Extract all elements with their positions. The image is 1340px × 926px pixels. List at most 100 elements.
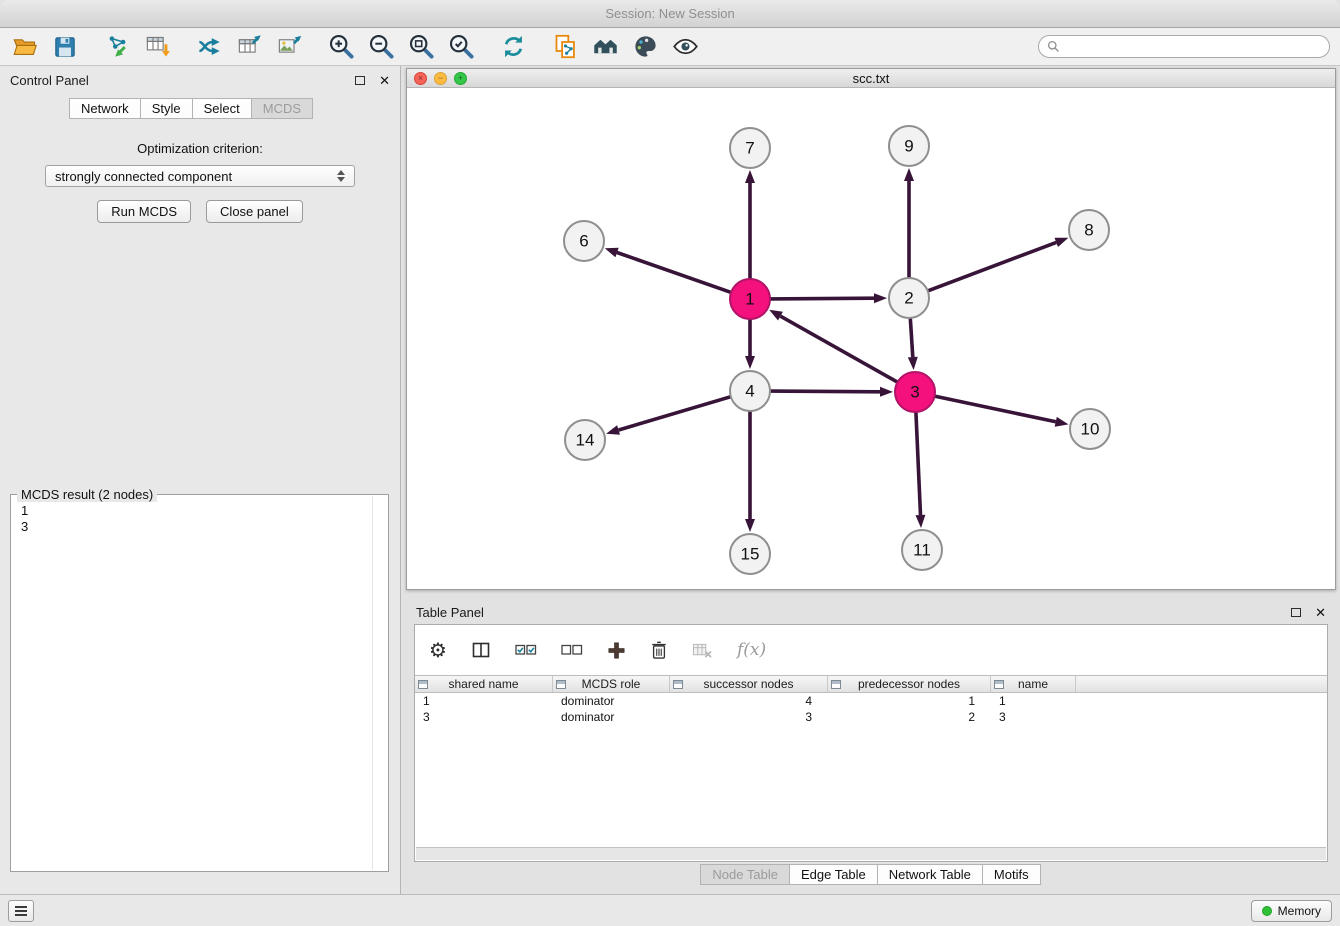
show-graphics-details-button[interactable] (670, 32, 700, 62)
table-row[interactable]: 3dominator323 (415, 709, 1327, 725)
table-settings-gear-icon[interactable] (429, 640, 447, 660)
table-row[interactable]: 1dominator411 (415, 693, 1327, 709)
export-table-button[interactable] (234, 32, 264, 62)
export-image-button[interactable] (274, 32, 304, 62)
table-panel-title: Table Panel (416, 605, 484, 620)
open-folder-icon (12, 33, 39, 60)
import-network-button[interactable] (102, 32, 132, 62)
home-button[interactable] (590, 32, 620, 62)
edge-4-15[interactable] (745, 411, 755, 532)
panel-toggle-button[interactable] (8, 900, 34, 922)
import-table-button[interactable] (142, 32, 172, 62)
run-mcds-button[interactable]: Run MCDS (97, 200, 191, 223)
open-session-button[interactable] (10, 32, 40, 62)
status-bar: Memory (0, 894, 1340, 926)
graph-node-10[interactable]: 10 (1070, 409, 1110, 449)
column-header-shared-name[interactable]: shared name (415, 676, 553, 692)
tab-node-table[interactable]: Node Table (700, 864, 790, 885)
float-panel-icon[interactable] (355, 76, 365, 85)
memory-button[interactable]: Memory (1251, 900, 1332, 922)
node-label: 3 (910, 383, 919, 402)
close-table-panel-icon[interactable] (1315, 606, 1326, 619)
arrowhead-icon (904, 168, 914, 181)
select-all-rows-button[interactable] (515, 643, 537, 657)
edge-3-10[interactable] (935, 396, 1069, 427)
zoom-selected-icon (448, 33, 475, 60)
graph-node-1[interactable]: 1 (730, 279, 770, 319)
tab-mcds[interactable]: MCDS (251, 98, 313, 119)
close-panel-button[interactable]: Close panel (206, 200, 303, 223)
control-panel-title: Control Panel (10, 73, 89, 88)
style-palette-button[interactable] (630, 32, 660, 62)
graph-node-2[interactable]: 2 (889, 278, 929, 318)
export-network-button[interactable] (194, 32, 224, 62)
graph-node-9[interactable]: 9 (889, 126, 929, 166)
search-field[interactable] (1038, 35, 1330, 58)
graph-node-8[interactable]: 8 (1069, 210, 1109, 250)
result-scrollbar[interactable] (372, 496, 373, 870)
edge-1-2[interactable] (770, 293, 887, 303)
zoom-fit-button[interactable] (406, 32, 436, 62)
edge-2-9[interactable] (904, 168, 914, 278)
save-session-button[interactable] (50, 32, 80, 62)
deselect-all-rows-button[interactable] (561, 643, 583, 657)
refresh-button[interactable] (498, 32, 528, 62)
graph-node-4[interactable]: 4 (730, 371, 770, 411)
close-window-icon[interactable] (414, 72, 427, 85)
graph-node-14[interactable]: 14 (565, 420, 605, 460)
graph-node-6[interactable]: 6 (564, 221, 604, 261)
refresh-icon (500, 33, 527, 60)
tab-style[interactable]: Style (140, 98, 193, 119)
add-row-button[interactable] (607, 641, 626, 660)
arrowhead-icon (1055, 417, 1069, 427)
edge-2-3[interactable] (908, 318, 918, 370)
criterion-dropdown[interactable]: strongly connected component (45, 165, 355, 187)
column-header-predecessor-nodes[interactable]: predecessor nodes (828, 676, 991, 692)
edge-3-1[interactable] (769, 310, 897, 382)
column-header-label: name (1018, 677, 1048, 691)
column-header-MCDS-role[interactable]: MCDS role (553, 676, 670, 692)
tab-select[interactable]: Select (192, 98, 252, 119)
column-header-successor-nodes[interactable]: successor nodes (670, 676, 828, 692)
graph-node-15[interactable]: 15 (730, 534, 770, 574)
node-table-container: f(x) shared nameMCDS rolesuccessor nodes… (414, 624, 1328, 862)
control-panel: Control Panel NetworkStyleSelectMCDS Opt… (0, 66, 401, 894)
zoom-in-button[interactable] (326, 32, 356, 62)
float-table-panel-icon[interactable] (1291, 608, 1301, 617)
column-header-name[interactable]: name (991, 676, 1076, 692)
tab-edge-table[interactable]: Edge Table (789, 864, 878, 885)
tab-network[interactable]: Network (69, 98, 141, 119)
table-cell: 3 (670, 709, 828, 725)
minimize-window-icon[interactable] (434, 72, 447, 85)
edge-1-4[interactable] (745, 319, 755, 369)
tab-network-table[interactable]: Network Table (877, 864, 983, 885)
graph-node-7[interactable]: 7 (730, 128, 770, 168)
memory-label: Memory (1278, 904, 1321, 918)
close-panel-icon[interactable] (379, 74, 390, 87)
search-input[interactable] (1066, 39, 1321, 54)
table-horizontal-scrollbar[interactable] (416, 847, 1326, 860)
delete-row-button[interactable] (650, 640, 668, 660)
column-browser-icon[interactable] (471, 640, 491, 660)
control-panel-tabs: NetworkStyleSelectMCDS (0, 98, 400, 119)
column-header-label: shared name (448, 677, 518, 691)
network-window-titlebar[interactable]: scc.txt (407, 69, 1335, 88)
node-label: 2 (904, 289, 913, 308)
graph-node-3[interactable]: 3 (895, 372, 935, 412)
edge-2-8[interactable] (928, 238, 1069, 291)
graph-node-11[interactable]: 11 (902, 530, 942, 570)
edge-3-11[interactable] (916, 412, 926, 528)
zoom-out-button[interactable] (366, 32, 396, 62)
edge-1-7[interactable] (745, 170, 755, 279)
edge-1-6[interactable] (605, 248, 731, 293)
copy-view-button[interactable] (550, 32, 580, 62)
zoom-selected-button[interactable] (446, 32, 476, 62)
import-table-icon (144, 33, 171, 60)
tab-motifs[interactable]: Motifs (982, 864, 1041, 885)
home-icon (592, 33, 619, 60)
network-canvas[interactable]: 7 9 6 8 1 2 4 3 14 10 15 11 (407, 88, 1335, 589)
column-edit-icon (831, 680, 841, 689)
edge-4-3[interactable] (770, 387, 893, 397)
zoom-window-icon[interactable] (454, 72, 467, 85)
edge-4-14[interactable] (606, 397, 731, 435)
